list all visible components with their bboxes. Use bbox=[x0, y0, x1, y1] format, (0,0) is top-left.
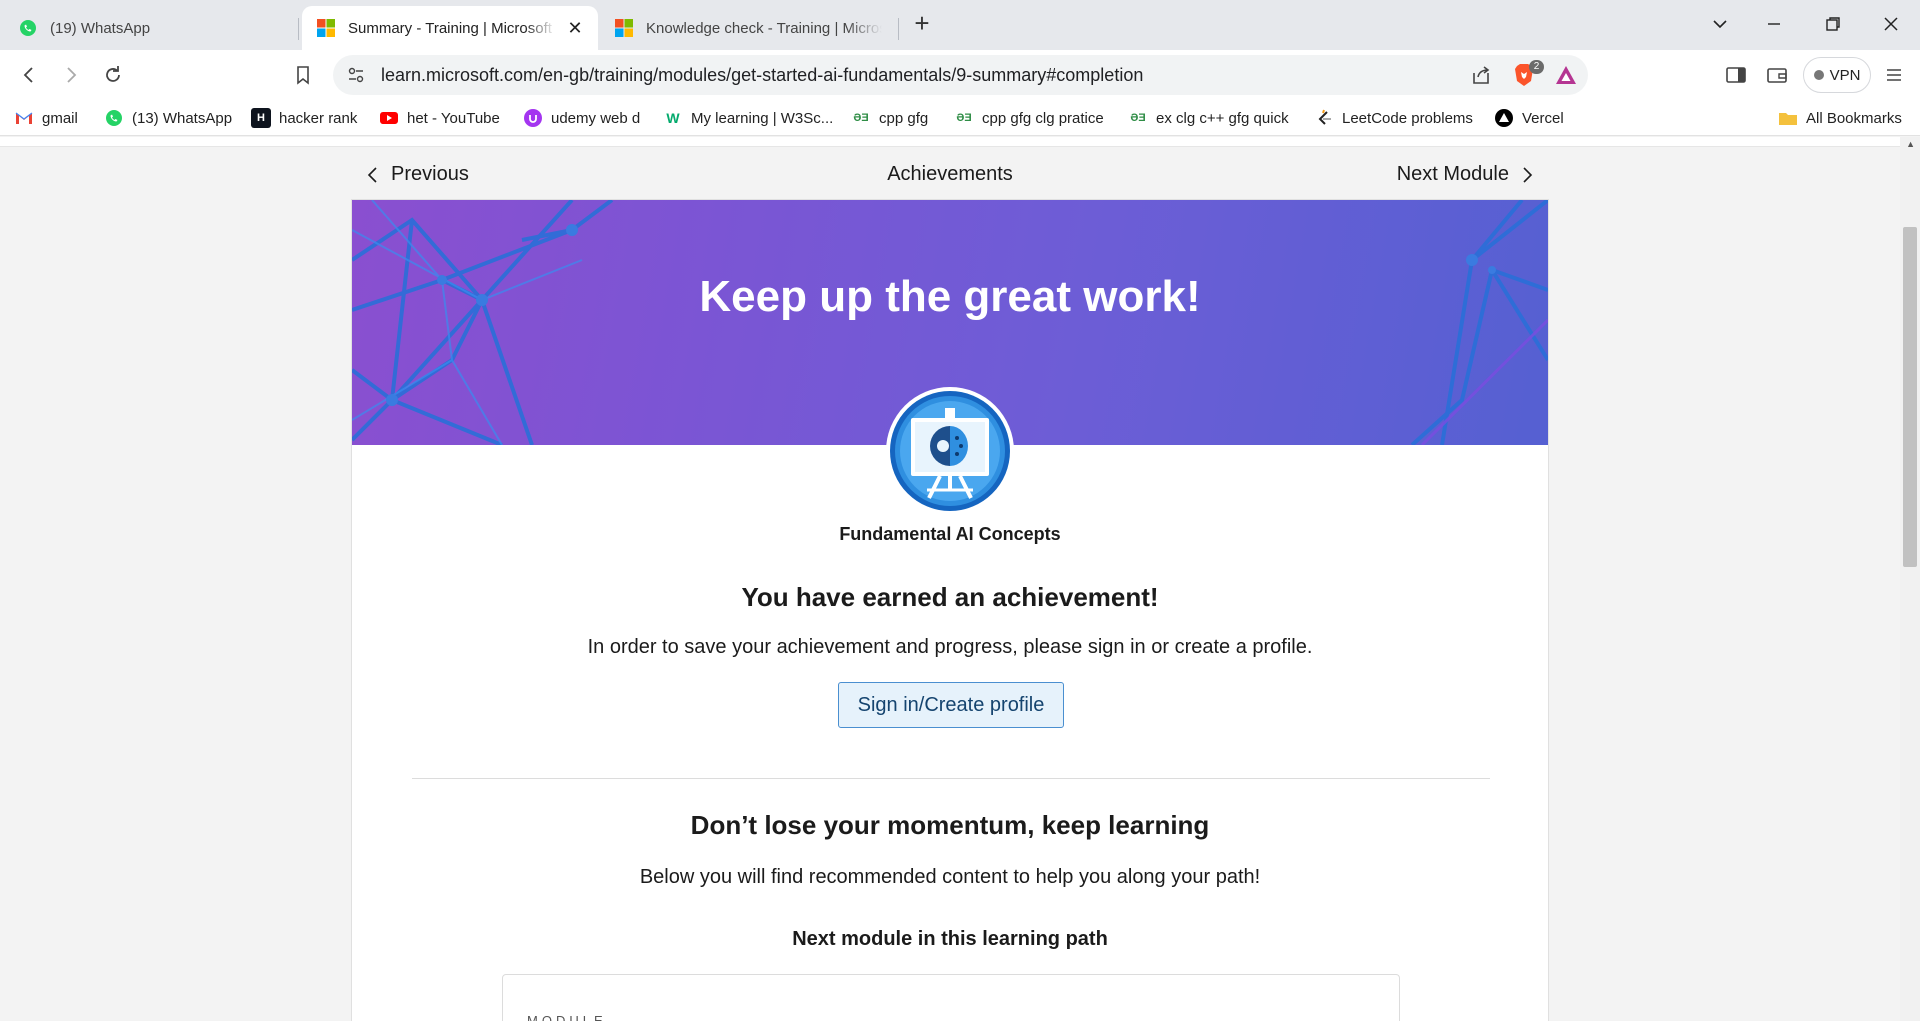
minimize-icon[interactable] bbox=[1762, 12, 1786, 36]
browser-toolbar: learn.microsoft.com/en-gb/training/modul… bbox=[0, 50, 1920, 100]
module-type-label: MODULE bbox=[527, 1013, 607, 1021]
gfg-icon: ƏƎ bbox=[956, 112, 972, 124]
bookmark-label: My learning | W3Sc... bbox=[691, 109, 834, 127]
folder-icon bbox=[1779, 113, 1797, 125]
bookmarks-bar: gmail (13) WhatsApp H hacker rank het - … bbox=[0, 100, 1920, 136]
bookmark-cpp-gfg-clg[interactable]: ƏƎ cpp gfg clg pratice bbox=[954, 107, 1104, 129]
recommendations-subtext: Below you will find recommended content … bbox=[639, 866, 1261, 888]
tab-summary[interactable]: Summary - Training | Microsoft Learn ✕ bbox=[302, 6, 598, 50]
gfg-icon: ƏƎ bbox=[853, 112, 869, 124]
next-module-label: Next Module bbox=[1396, 163, 1509, 185]
vercel-icon bbox=[1495, 109, 1513, 127]
module-navigation: Previous Achievements Next Module bbox=[351, 159, 1549, 193]
page-scrollbar[interactable]: ▲ bbox=[1900, 137, 1920, 1021]
vpn-status-icon bbox=[1813, 70, 1824, 80]
menu-icon[interactable] bbox=[1882, 63, 1906, 87]
hero-title: Keep up the great work! bbox=[699, 272, 1201, 321]
bookmark-label: cpp gfg bbox=[879, 109, 929, 127]
whatsapp-icon bbox=[20, 20, 36, 36]
microsoft-icon bbox=[317, 19, 335, 37]
tab-title: (19) WhatsApp bbox=[50, 19, 151, 37]
all-bookmarks-label: All Bookmarks bbox=[1806, 109, 1902, 127]
sign-in-create-profile-button[interactable]: Sign in/Create profile bbox=[838, 682, 1064, 728]
bookmark-icon[interactable] bbox=[290, 62, 316, 88]
chevron-right-icon bbox=[1523, 166, 1533, 183]
achievement-card: Keep up the great work! Fundamental AI C… bbox=[351, 199, 1549, 1021]
bookmark-label: gmail bbox=[42, 109, 78, 127]
leetcode-icon bbox=[1318, 109, 1331, 125]
sidebar-icon[interactable] bbox=[1724, 63, 1748, 87]
bookmark-udemy[interactable]: udemy web d bbox=[523, 107, 640, 129]
youtube-icon bbox=[380, 112, 398, 124]
new-tab-button[interactable]: + bbox=[910, 10, 934, 36]
reload-icon[interactable] bbox=[100, 62, 126, 88]
bookmark-ex-clg-gfg[interactable]: ƏƎ ex clg c++ gfg quick bbox=[1128, 107, 1289, 129]
next-module-heading: Next module in this learning path bbox=[792, 928, 1108, 950]
tab-bar: (19) WhatsApp Summary - Training | Micro… bbox=[0, 0, 1920, 50]
microsoft-icon bbox=[615, 19, 633, 37]
achievement-earned-heading: You have earned an achievement! bbox=[741, 582, 1159, 612]
bookmark-cpp-gfg[interactable]: ƏƎ cpp gfg bbox=[851, 107, 928, 129]
site-info-icon[interactable] bbox=[347, 66, 365, 84]
shields-count-badge: 2 bbox=[1529, 60, 1544, 74]
tab-whatsapp[interactable]: (19) WhatsApp bbox=[4, 6, 294, 50]
scrollbar-thumb[interactable] bbox=[1903, 227, 1917, 567]
tab-search-chevron-icon[interactable] bbox=[1708, 12, 1732, 36]
bookmark-hackerrank[interactable]: H hacker rank bbox=[251, 107, 357, 129]
section-divider bbox=[412, 778, 1490, 779]
save-progress-message: In order to save your achievement and pr… bbox=[587, 636, 1313, 658]
bookmark-label: (13) WhatsApp bbox=[132, 109, 233, 127]
tab-knowledge-check[interactable]: Knowledge check - Training | Microsoft L… bbox=[600, 6, 896, 50]
scroll-up-arrow-icon[interactable]: ▲ bbox=[1906, 139, 1915, 149]
brave-rewards-icon[interactable] bbox=[1554, 64, 1578, 86]
gfg-icon: ƏƎ bbox=[1130, 112, 1146, 124]
previous-label: Previous bbox=[391, 163, 469, 185]
bookmark-label: ex clg c++ gfg quick bbox=[1156, 109, 1289, 127]
bookmark-gmail[interactable]: gmail bbox=[14, 107, 78, 129]
bookmark-label: LeetCode problems bbox=[1342, 109, 1473, 127]
next-module-card[interactable]: MODULE bbox=[502, 974, 1400, 1021]
w3schools-icon: W bbox=[666, 110, 680, 126]
next-module-link[interactable]: Next Module bbox=[1397, 163, 1533, 186]
all-bookmarks[interactable]: All Bookmarks bbox=[1778, 107, 1902, 129]
tab-title: Summary - Training | Microsoft Learn bbox=[348, 19, 556, 37]
achievement-name: Fundamental AI Concepts bbox=[839, 524, 1061, 544]
page-viewport: Previous Achievements Next Module Keep u… bbox=[0, 137, 1920, 1021]
previous-link[interactable]: Previous bbox=[367, 163, 469, 186]
url-text: learn.microsoft.com/en-gb/training/modul… bbox=[381, 65, 1144, 85]
bookmark-w3schools[interactable]: W My learning | W3Sc... bbox=[663, 107, 833, 129]
site-header-edge bbox=[0, 137, 1900, 147]
share-icon[interactable] bbox=[1470, 64, 1492, 86]
wallet-icon[interactable] bbox=[1765, 63, 1789, 87]
tab-separator bbox=[898, 18, 899, 40]
close-tab-icon[interactable]: ✕ bbox=[566, 19, 584, 37]
tab-title: Knowledge check - Training | Microsoft L… bbox=[646, 19, 882, 37]
bookmark-label: cpp gfg clg pratice bbox=[982, 109, 1104, 127]
keep-learning-heading: Don’t lose your momentum, keep learning bbox=[690, 810, 1210, 840]
bookmark-label: het - YouTube bbox=[407, 109, 500, 127]
bookmark-label: Vercel bbox=[1522, 109, 1564, 127]
bookmark-leetcode[interactable]: LeetCode problems bbox=[1314, 107, 1473, 129]
restore-icon[interactable] bbox=[1821, 12, 1845, 36]
chevron-left-icon bbox=[367, 166, 377, 183]
vpn-label: VPN bbox=[1829, 66, 1861, 84]
ai-concepts-badge-icon bbox=[886, 387, 1014, 515]
bookmark-whatsapp[interactable]: (13) WhatsApp bbox=[104, 107, 232, 129]
forward-icon[interactable] bbox=[58, 62, 84, 88]
bookmark-vercel[interactable]: Vercel bbox=[1494, 107, 1564, 129]
hackerrank-icon: H bbox=[251, 108, 271, 128]
back-icon[interactable] bbox=[16, 62, 42, 88]
close-window-icon[interactable] bbox=[1879, 12, 1903, 36]
bookmark-youtube[interactable]: het - YouTube bbox=[379, 107, 500, 129]
bookmark-label: hacker rank bbox=[279, 109, 358, 127]
whatsapp-icon bbox=[106, 110, 122, 126]
vpn-button[interactable]: VPN bbox=[1803, 57, 1871, 93]
gmail-icon bbox=[15, 112, 33, 124]
tab-separator bbox=[298, 18, 299, 40]
udemy-icon bbox=[524, 109, 542, 127]
module-nav-title: Achievements bbox=[887, 163, 1013, 185]
bookmark-label: udemy web d bbox=[551, 109, 641, 127]
address-bar[interactable]: learn.microsoft.com/en-gb/training/modul… bbox=[333, 55, 1588, 95]
